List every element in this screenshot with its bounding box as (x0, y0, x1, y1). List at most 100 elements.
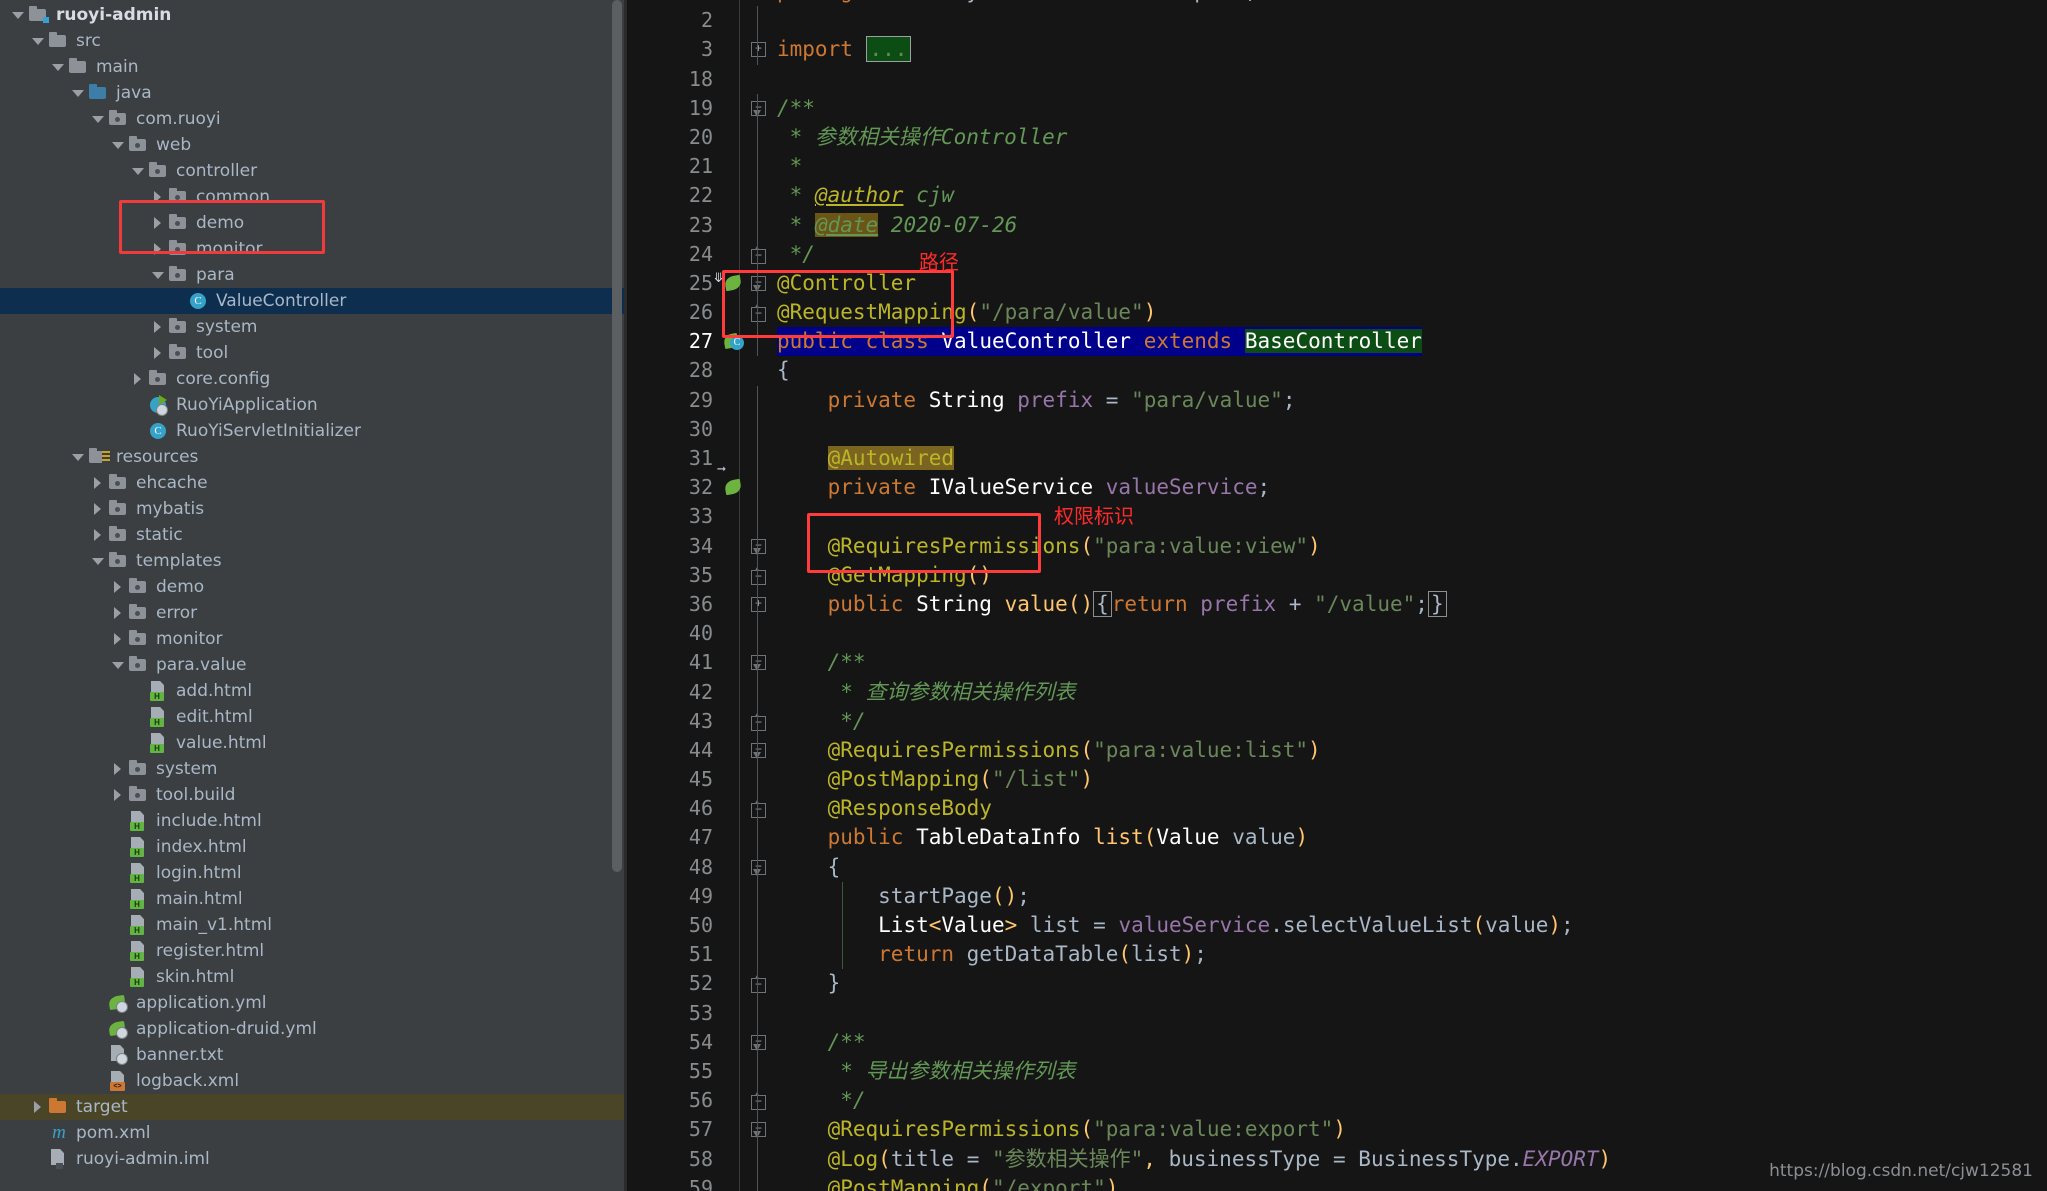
tree-item-ruoyi-admin-iml[interactable]: ruoyi-admin.iml (0, 1146, 627, 1172)
project-tree[interactable]: ruoyi-admin src main java com.ruoyi web contro… (0, 0, 627, 1172)
fold-collapse-icon[interactable]: − (751, 1122, 766, 1139)
code-line-34[interactable]: 34 − @RequiresPermissions("para:value:vie… (627, 531, 2047, 561)
tree-item-web[interactable]: web (0, 132, 627, 158)
tree-item-system[interactable]: system (0, 314, 627, 340)
code-line-56[interactable]: 56 − */ (627, 1086, 2047, 1116)
tree-item-demo[interactable]: demo (0, 574, 627, 600)
tree-item-monitor[interactable]: monitor (0, 626, 627, 652)
chevron-right-icon[interactable] (148, 314, 168, 340)
fold-expand-icon[interactable]: + (751, 596, 766, 612)
tree-item-resources[interactable]: resources (0, 444, 627, 470)
fold-end-icon[interactable]: − (751, 245, 766, 264)
chevron-right-icon[interactable] (28, 1094, 48, 1120)
fold-end-icon[interactable]: − (751, 712, 766, 731)
chevron-right-icon[interactable] (148, 184, 168, 210)
code-line-54[interactable]: 54 − /** (627, 1027, 2047, 1057)
code-line-52[interactable]: 52 − } (627, 969, 2047, 999)
tree-item-core-config[interactable]: core.config (0, 366, 627, 392)
chevron-down-icon[interactable] (108, 652, 128, 678)
code-line-19[interactable]: 19 −/** (627, 93, 2047, 123)
code-line-44[interactable]: 44 − @RequiresPermissions("para:value:lis… (627, 735, 2047, 766)
tree-item-include-html[interactable]: Hinclude.html (0, 808, 627, 834)
chevron-down-icon[interactable] (108, 132, 128, 158)
code-line-27[interactable]: 27 Cpublic class ValueController extends … (627, 327, 2047, 357)
tree-item-tool-build[interactable]: tool.build (0, 782, 627, 808)
code-line-55[interactable]: 55 * 导出参数相关操作列表 (627, 1056, 2047, 1087)
code-line-32[interactable]: 32 ➞ private IValueService valueService; (627, 462, 2047, 503)
tree-item-demo[interactable]: demo (0, 210, 627, 236)
chevron-down-icon[interactable] (68, 80, 88, 106)
fold-collapse-icon[interactable]: − (751, 655, 766, 672)
tree-item-system[interactable]: system (0, 756, 627, 782)
autowired-gutter-icon[interactable]: ➞ (717, 462, 745, 499)
code-line-3[interactable]: 3 + import ... (627, 35, 2047, 65)
tree-item-java[interactable]: java (0, 80, 627, 106)
code-line-46[interactable]: 46 − @ResponseBody (627, 794, 2047, 824)
tree-item-monitor[interactable]: monitor (0, 236, 627, 262)
fold-end-icon[interactable]: − (751, 800, 766, 819)
chevron-down-icon[interactable] (148, 262, 168, 288)
fold-end-icon[interactable]: − (751, 975, 766, 994)
code-line-23[interactable]: 23 * @date 2020-07-26 (627, 210, 2047, 240)
code-line-53[interactable]: 53 (627, 998, 2047, 1028)
code-line-35[interactable]: 35 − @GetMapping() (627, 560, 2047, 590)
tree-item-para[interactable]: para (0, 262, 627, 288)
chevron-right-icon[interactable] (88, 470, 108, 496)
code-line-24[interactable]: 24 − */ (627, 239, 2047, 269)
tree-item-application-yml[interactable]: application.yml (0, 990, 627, 1016)
tree-item-tool[interactable]: tool (0, 340, 627, 366)
spring-bean-gutter-icon[interactable]: ⤋ (713, 271, 745, 295)
chevron-right-icon[interactable] (108, 600, 128, 626)
code-line-36[interactable]: 36 + public String value(){return prefix … (627, 589, 2047, 620)
tree-item-pom-xml[interactable]: m pom.xml (0, 1120, 627, 1146)
chevron-down-icon[interactable] (88, 548, 108, 574)
tree-item-banner-txt[interactable]: banner.txt (0, 1042, 627, 1068)
chevron-down-icon[interactable] (68, 444, 88, 470)
tree-item-templates[interactable]: templates (0, 548, 627, 574)
code-line-49[interactable]: 49 startPage(); (627, 881, 2047, 911)
code-line-30[interactable]: 30 (627, 414, 2047, 444)
chevron-right-icon[interactable] (88, 496, 108, 522)
chevron-right-icon[interactable] (108, 574, 128, 600)
tree-item-com-ruoyi[interactable]: com.ruoyi (0, 106, 627, 132)
chevron-down-icon[interactable] (88, 106, 108, 132)
chevron-down-icon[interactable] (48, 54, 68, 80)
tree-item-mybatis[interactable]: mybatis (0, 496, 627, 522)
code-line-18[interactable]: 18 (627, 65, 2047, 94)
code-editor[interactable]: 1package com.ruoyi.web.controller.para;2… (627, 0, 2047, 1191)
chevron-right-icon[interactable] (108, 626, 128, 652)
chevron-down-icon[interactable] (28, 28, 48, 54)
code-line-25[interactable]: 25 ⤋ − @Controller (627, 268, 2047, 299)
tree-item-skin-html[interactable]: Hskin.html (0, 964, 627, 990)
tree-item-target[interactable]: target (0, 1094, 627, 1120)
fold-expand-icon[interactable]: + (751, 42, 766, 58)
code-line-20[interactable]: 20 * 参数相关操作Controller (627, 122, 2047, 153)
tree-item-value-html[interactable]: Hvalue.html (0, 730, 627, 756)
tree-item-ruoyiservletinitializer[interactable]: C RuoYiServletInitializer (0, 418, 627, 444)
code-line-31[interactable]: 31 @Autowired (627, 444, 2047, 474)
chevron-right-icon[interactable] (148, 340, 168, 366)
tree-item-ruoyiapplication[interactable]: RuoYiApplication (0, 392, 627, 418)
chevron-right-icon[interactable] (128, 366, 148, 392)
fold-collapse-icon[interactable]: − (751, 275, 766, 292)
tree-item-register-html[interactable]: Hregister.html (0, 938, 627, 964)
project-tree-panel[interactable]: ruoyi-admin src main java com.ruoyi web contro… (0, 0, 627, 1191)
code-line-47[interactable]: 47 public TableDataInfo list(Value value… (627, 823, 2047, 853)
code-line-42[interactable]: 42 * 查询参数相关操作列表 (627, 677, 2047, 707)
code-line-33[interactable]: 33 (627, 502, 2047, 532)
tree-item-login-html[interactable]: Hlogin.html (0, 860, 627, 886)
code-line-21[interactable]: 21 * (627, 152, 2047, 182)
code-line-22[interactable]: 22 * @author cjw (627, 181, 2047, 211)
tree-item-src[interactable]: src (0, 28, 627, 54)
tree-item-static[interactable]: static (0, 522, 627, 548)
tree-item-index-html[interactable]: Hindex.html (0, 834, 627, 860)
chevron-down-icon[interactable] (128, 158, 148, 184)
chevron-right-icon[interactable] (148, 210, 168, 236)
tree-item-common[interactable]: common (0, 184, 627, 210)
chevron-down-icon[interactable] (8, 2, 28, 28)
fold-collapse-icon[interactable]: − (751, 100, 766, 117)
fold-collapse-icon[interactable]: − (751, 742, 766, 759)
fold-collapse-icon[interactable]: − (751, 859, 766, 876)
tree-item-main-html[interactable]: Hmain.html (0, 886, 627, 912)
fold-collapse-icon[interactable]: − (751, 1034, 766, 1051)
